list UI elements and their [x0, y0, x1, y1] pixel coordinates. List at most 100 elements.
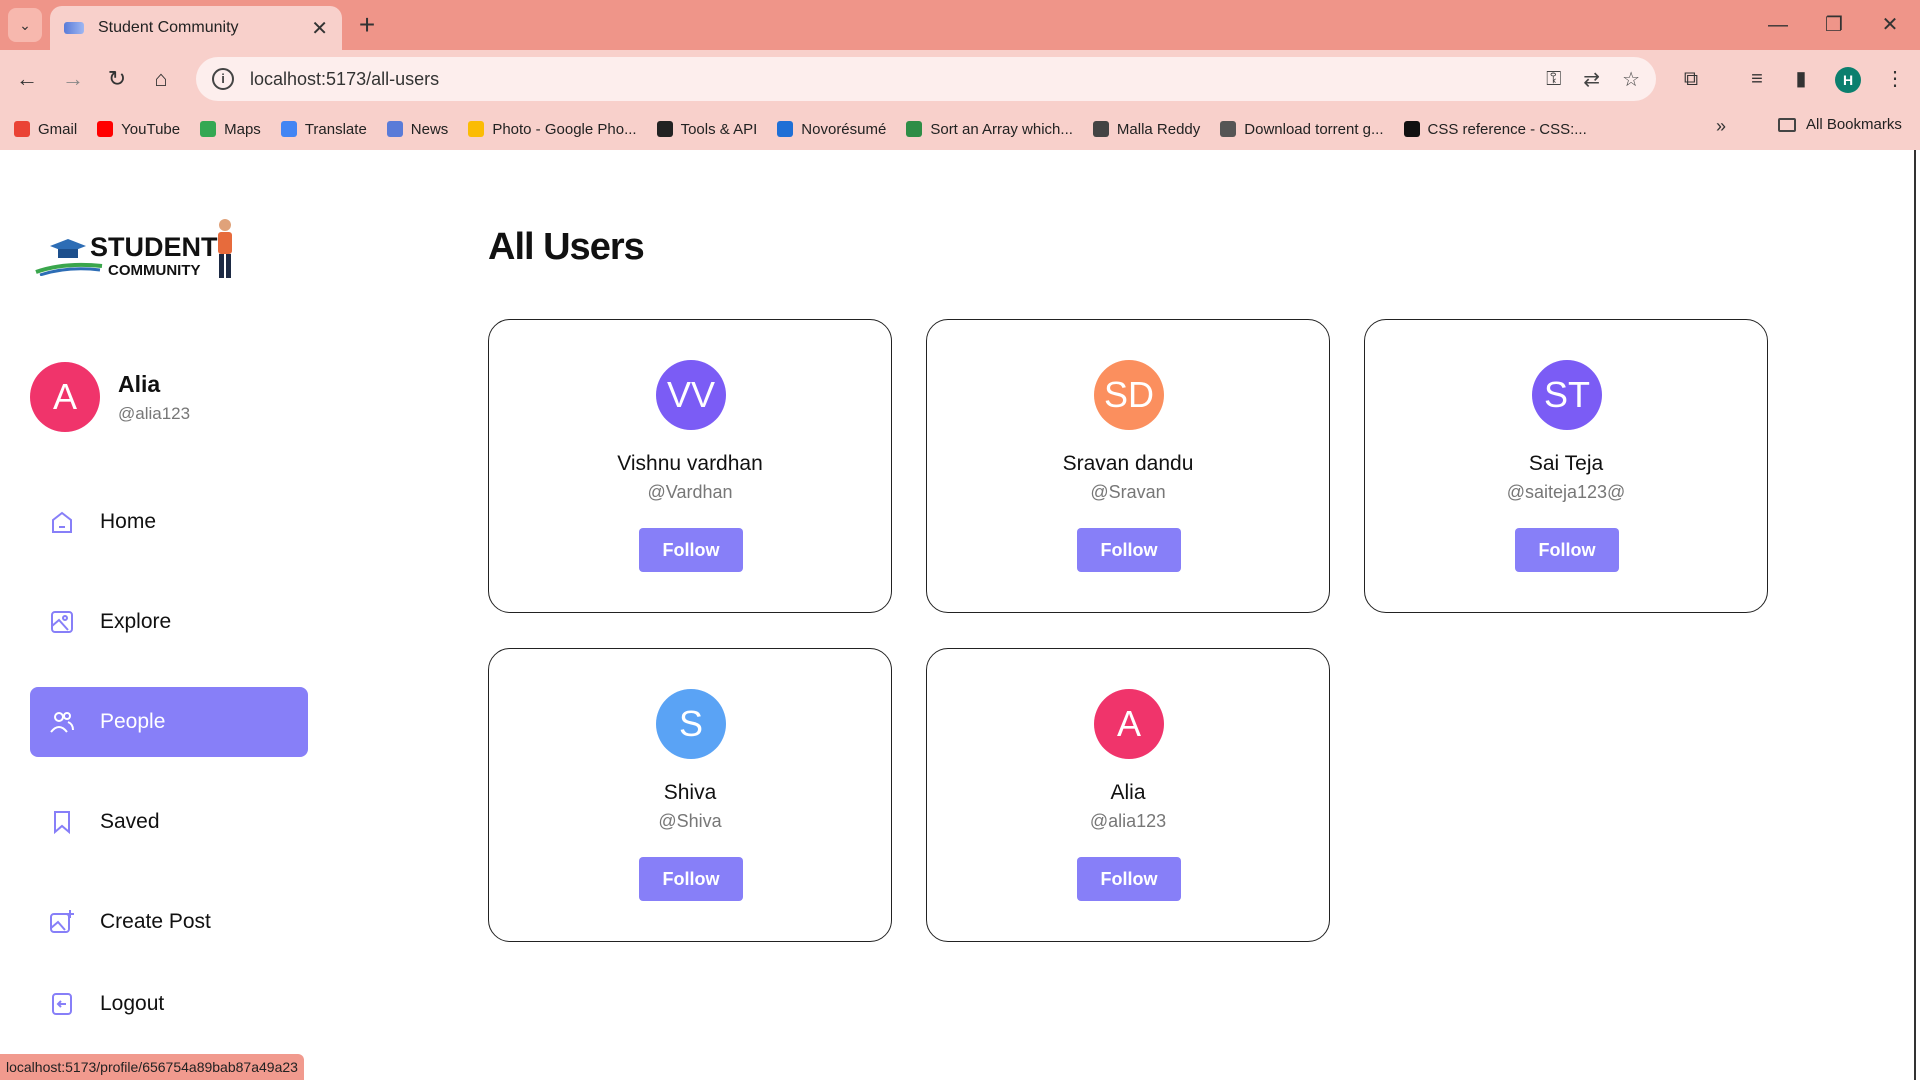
- media-controls-icon[interactable]: ≡: [1742, 64, 1772, 94]
- user-card-avatar[interactable]: ST: [1532, 360, 1602, 430]
- browser-menu-icon[interactable]: ⋮: [1880, 64, 1910, 94]
- home-browser-icon[interactable]: ⌂: [146, 64, 176, 94]
- bookmark-favicon-icon: [1220, 121, 1237, 137]
- bookmark-favicon-icon: [97, 121, 114, 137]
- logo-text-community: COMMUNITY: [108, 262, 201, 279]
- more-bookmarks-icon[interactable]: »: [1716, 116, 1726, 137]
- sidebar-item-create-post[interactable]: Create Post: [30, 887, 308, 957]
- bookmark-item[interactable]: Photo - Google Pho...: [468, 121, 637, 138]
- bookmark-label: Gmail: [38, 120, 78, 138]
- bookmark-star-icon[interactable]: ☆: [1622, 67, 1640, 92]
- user-card[interactable]: VV Vishnu vardhan @Vardhan Follow: [488, 319, 892, 613]
- bookmark-item[interactable]: Gmail: [14, 121, 77, 138]
- bookmark-favicon-icon: [1403, 121, 1420, 137]
- tab-close-icon[interactable]: ✕: [311, 16, 328, 41]
- bookmark-label: Maps: [224, 120, 261, 138]
- bookmark-favicon-icon: [14, 121, 30, 137]
- graduation-cap-icon: [50, 239, 86, 258]
- user-card[interactable]: A Alia @alia123 Follow: [926, 648, 1330, 942]
- minimize-icon[interactable]: —: [1758, 10, 1798, 40]
- bookmark-favicon-icon: [386, 121, 403, 137]
- site-info-icon[interactable]: i: [212, 68, 234, 90]
- bookmark-item[interactable]: Maps: [200, 121, 261, 138]
- sidebar-item-saved[interactable]: Saved: [30, 787, 308, 857]
- bookmark-item[interactable]: Translate: [280, 120, 367, 138]
- browser-tab-bar: ⌄ Student Community ✕ + — ❐ ✕: [0, 0, 1920, 50]
- user-card[interactable]: SD Sravan dandu @Sravan Follow: [926, 319, 1330, 613]
- user-card-avatar[interactable]: S: [656, 689, 726, 759]
- url-text[interactable]: localhost:5173/all-users: [250, 69, 1524, 90]
- tab-title: Student Community: [98, 19, 239, 36]
- user-handle: @alia123: [118, 403, 191, 423]
- new-tab-icon[interactable]: +: [352, 10, 382, 40]
- bookmark-favicon-icon: [1092, 121, 1109, 137]
- user-card-handle: @Sravan: [1090, 482, 1166, 502]
- user-card-handle: @Shiva: [658, 811, 722, 831]
- sidebar-item-explore[interactable]: Explore: [30, 587, 308, 657]
- forward-icon[interactable]: →: [58, 64, 88, 94]
- user-card[interactable]: S Shiva @Shiva Follow: [488, 648, 892, 942]
- bookmark-item[interactable]: News: [386, 121, 448, 138]
- address-bar[interactable]: i localhost:5173/all-users ⚿ ⇄ ☆: [196, 57, 1656, 101]
- reload-icon[interactable]: ↻: [102, 64, 132, 94]
- user-card-handle: @Vardhan: [647, 482, 733, 502]
- follow-button[interactable]: Follow: [639, 528, 743, 572]
- follow-button[interactable]: Follow: [1077, 528, 1181, 572]
- bookmark-item[interactable]: YouTube: [97, 121, 180, 138]
- folder-icon: [1778, 117, 1796, 132]
- bookmark-item[interactable]: Download torrent g...: [1220, 121, 1384, 138]
- restore-icon[interactable]: ❐: [1814, 10, 1854, 40]
- tab-search-chevron-icon[interactable]: ⌄: [8, 8, 42, 42]
- bookmark-item[interactable]: Novorésumé: [777, 121, 886, 138]
- translate-icon[interactable]: ⇄: [1583, 67, 1600, 92]
- student-community-logo[interactable]: STUDENT COMMUNITY: [32, 218, 242, 288]
- sidebar-item-label: Explore: [100, 610, 172, 633]
- back-icon[interactable]: ←: [12, 64, 42, 94]
- bookmark-item[interactable]: CSS reference - CSS:...: [1403, 121, 1587, 138]
- password-key-icon[interactable]: ⚿: [1546, 68, 1561, 91]
- create-post-icon: [50, 910, 74, 933]
- user-card-handle: @alia123: [1089, 811, 1167, 831]
- browser-profile-avatar[interactable]: H: [1835, 67, 1861, 93]
- explore-icon: [51, 611, 73, 633]
- bookmark-label: Malla Reddy: [1116, 120, 1201, 138]
- browser-tab[interactable]: Student Community ✕: [50, 6, 342, 50]
- bookmark-item[interactable]: Tools & API: [656, 120, 758, 138]
- all-bookmarks-button[interactable]: All Bookmarks: [1778, 116, 1902, 133]
- user-card-avatar[interactable]: A: [1094, 689, 1164, 759]
- window-close-icon[interactable]: ✕: [1870, 10, 1910, 40]
- sidebar-item-people[interactable]: People: [30, 687, 308, 757]
- user-card[interactable]: ST Sai Teja @saiteja123@ Follow: [1364, 319, 1768, 613]
- bookmark-label: Sort an Array which...: [930, 120, 1073, 138]
- all-bookmarks-label: All Bookmarks: [1806, 116, 1902, 133]
- user-card-name: Sravan dandu: [1062, 452, 1194, 475]
- user-name: Alia: [118, 370, 161, 397]
- follow-button[interactable]: Follow: [1077, 857, 1181, 901]
- follow-button[interactable]: Follow: [1515, 528, 1619, 572]
- bookmark-favicon-icon: [468, 121, 485, 137]
- page-content: STUDENT COMMUNITY A Alia @alia123 Home Ex…: [0, 150, 1916, 1080]
- bookmark-item[interactable]: Sort an Array which...: [906, 121, 1073, 138]
- sidebar-item-logout[interactable]: Logout: [30, 969, 308, 1039]
- user-card-avatar[interactable]: SD: [1094, 360, 1164, 430]
- bookmark-favicon-icon: [656, 121, 673, 137]
- bookmark-label: Translate: [304, 120, 367, 138]
- home-icon: [52, 511, 72, 533]
- browser-toolbar: ← → ↻ ⌂ i localhost:5173/all-users ⚿ ⇄ ☆…: [0, 50, 1920, 108]
- user-card-name: Sai Teja: [1528, 452, 1604, 475]
- user-card-avatar[interactable]: VV: [656, 360, 726, 430]
- side-panel-icon[interactable]: ▮: [1786, 64, 1816, 94]
- logout-icon: [52, 993, 72, 1015]
- follow-button[interactable]: Follow: [639, 857, 743, 901]
- extensions-icon[interactable]: ⧉: [1676, 64, 1706, 94]
- user-card-name: Shiva: [663, 781, 717, 804]
- bookmark-label: Tools & API: [680, 120, 758, 138]
- sidebar-item-label: Create Post: [100, 910, 211, 933]
- user-card-name: Vishnu vardhan: [617, 452, 763, 475]
- sidebar-item-home[interactable]: Home: [30, 487, 308, 557]
- current-user-profile[interactable]: A Alia @alia123: [30, 362, 190, 432]
- bookmark-label: YouTube: [121, 120, 181, 138]
- sidebar-item-label: Logout: [100, 992, 165, 1015]
- status-bar-url: localhost:5173/profile/656754a89bab87a49…: [0, 1054, 304, 1080]
- bookmark-item[interactable]: Malla Reddy: [1092, 120, 1201, 138]
